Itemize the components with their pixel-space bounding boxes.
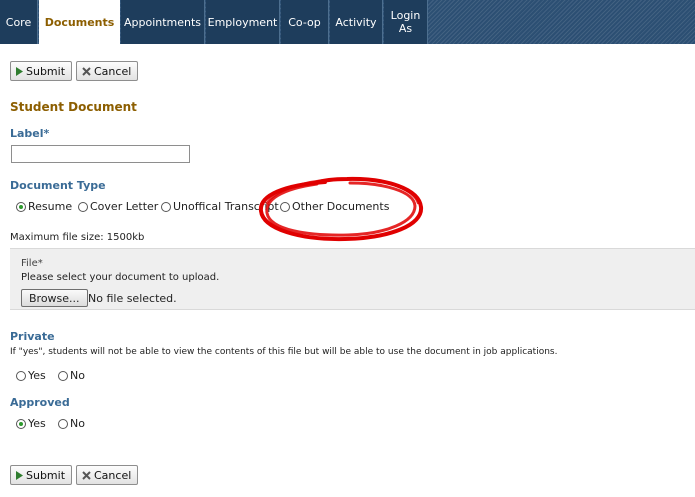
cancel-button-label: Cancel: [94, 468, 132, 482]
radio-private-no-label: No: [70, 369, 85, 382]
tab-login-as[interactable]: Login As: [384, 0, 428, 44]
tab-core[interactable]: Core: [0, 0, 38, 44]
radio-button-checked[interactable]: [16, 418, 26, 429]
approved-label: Approved: [10, 396, 70, 409]
document-type-label: Document Type: [10, 179, 106, 192]
radio-other-documents-label: Other Documents: [292, 200, 390, 213]
top-navigation: Core Documents Appointments Employment C…: [0, 0, 695, 44]
tab-activity[interactable]: Activity: [330, 0, 383, 44]
radio-cover-letter-label: Cover Letter: [90, 200, 159, 213]
label-field-label: Label*: [10, 127, 50, 140]
file-label: File*: [21, 258, 43, 269]
play-icon: [16, 470, 23, 480]
tab-documents[interactable]: Documents: [39, 0, 120, 44]
radio-other-documents[interactable]: Other Documents: [280, 200, 389, 213]
submit-button-bottom[interactable]: Submit: [10, 465, 73, 485]
submit-button-label: Submit: [26, 64, 66, 78]
radio-button[interactable]: [161, 201, 171, 212]
radio-private-yes-label: Yes: [28, 369, 46, 382]
browse-button-label: Browse...: [29, 291, 80, 305]
radio-button[interactable]: [280, 201, 290, 212]
tab-appointments[interactable]: Appointments: [121, 0, 205, 44]
play-icon: [16, 66, 23, 76]
radio-button[interactable]: [16, 370, 26, 381]
radio-approved-no[interactable]: No: [58, 417, 85, 430]
file-status: No file selected.: [88, 292, 177, 305]
radio-cover-letter[interactable]: Cover Letter: [78, 200, 158, 213]
radio-button[interactable]: [78, 201, 88, 212]
radio-button[interactable]: [58, 370, 68, 381]
tab-co-op[interactable]: Co-op: [281, 0, 329, 44]
browse-button[interactable]: Browse...: [21, 289, 88, 307]
close-icon: [82, 470, 91, 480]
radio-approved-no-label: No: [70, 417, 85, 430]
radio-approved-yes-label: Yes: [28, 417, 46, 430]
cancel-button-label: Cancel: [94, 64, 132, 78]
radio-resume[interactable]: Resume: [16, 200, 72, 213]
file-upload-panel: File* Please select your document to upl…: [10, 248, 695, 310]
cancel-button-bottom[interactable]: Cancel: [76, 465, 139, 485]
radio-private-yes[interactable]: Yes: [16, 369, 46, 382]
cancel-button[interactable]: Cancel: [76, 61, 139, 81]
close-icon: [82, 66, 91, 76]
radio-button-checked[interactable]: [16, 201, 26, 212]
radio-button[interactable]: [58, 418, 68, 429]
private-help-text: If "yes", students will not be able to v…: [10, 347, 558, 357]
submit-button[interactable]: Submit: [10, 61, 73, 81]
radio-unofficial-transcript[interactable]: Unoffical Transcript: [161, 200, 279, 213]
submit-button-label: Submit: [26, 468, 66, 482]
section-title: Student Document: [10, 100, 137, 114]
radio-resume-label: Resume: [28, 200, 73, 213]
private-label: Private: [10, 330, 55, 343]
tab-employment[interactable]: Employment: [206, 0, 280, 44]
radio-private-no[interactable]: No: [58, 369, 85, 382]
label-input[interactable]: [11, 145, 190, 163]
radio-unofficial-transcript-label: Unoffical Transcript: [173, 200, 279, 213]
radio-approved-yes[interactable]: Yes: [16, 417, 46, 430]
file-instruction: Please select your document to upload.: [21, 272, 220, 283]
max-file-size-note: Maximum file size: 1500kb: [10, 232, 145, 243]
